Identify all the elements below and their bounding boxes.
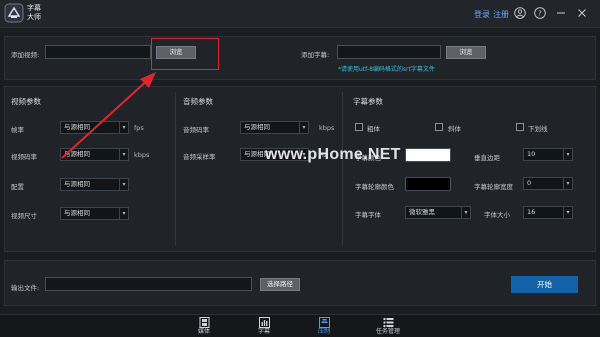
chevron-down-icon: ▾ [119, 179, 128, 190]
sample-rate-label: 音频采样率 [183, 153, 216, 161]
chevron-down-icon: ▾ [461, 207, 470, 218]
tab-subtitles-label: 字幕 [257, 328, 270, 335]
outline-width-value: 0 [527, 179, 532, 187]
bold-checkbox[interactable] [355, 123, 363, 131]
tab-compress[interactable]: 压制 [312, 315, 336, 337]
tab-media-label: 媒体 [197, 328, 210, 335]
app-title: 字幕大师 [27, 4, 41, 21]
italic-label: 斜体 [448, 125, 461, 133]
video-params-title: 视频参数 [11, 97, 41, 106]
output-path-input[interactable] [45, 277, 252, 291]
watermark: www.pHome.NET [265, 146, 401, 163]
user-icon[interactable] [514, 7, 526, 19]
close-icon[interactable] [576, 7, 588, 19]
choose-path-button[interactable]: 选择路径 [260, 278, 300, 291]
app-logo-icon [4, 3, 24, 23]
outline-color-swatch[interactable] [405, 177, 451, 191]
title-bar: 字幕大师 登录 注册 ? [0, 0, 600, 28]
chevron-down-icon: ▾ [299, 122, 308, 133]
divider [342, 92, 343, 246]
profile-label: 配置 [11, 183, 24, 191]
frame-rate-label: 帧率 [11, 126, 24, 134]
font-color-swatch[interactable] [405, 148, 451, 162]
tab-task-manager[interactable]: 任务管理 [368, 315, 408, 337]
profile-value: 与源相同 [64, 180, 90, 188]
audio-bitrate-value: 与源相同 [244, 123, 270, 131]
video-bitrate-label: 视频码率 [11, 153, 37, 161]
audio-bitrate-unit: kbps [319, 124, 335, 132]
font-size-value: 16 [527, 208, 536, 216]
video-size-value: 与源相同 [64, 209, 90, 217]
font-select[interactable]: 微软雅黑 ▾ [405, 206, 471, 219]
list-icon [383, 318, 393, 327]
chevron-down-icon: ▾ [563, 149, 572, 160]
svg-text:?: ? [538, 10, 542, 18]
audio-params-title: 音频参数 [183, 97, 213, 106]
italic-checkbox[interactable] [435, 123, 443, 131]
video-size-label: 视频尺寸 [11, 212, 37, 220]
add-subtitle-label: 添加字幕: [301, 51, 330, 59]
vertical-margin-value: 10 [527, 150, 536, 158]
divider [175, 92, 176, 246]
bottom-tab-bar: 媒体 字幕 压制 任务管理 [0, 314, 600, 337]
annotation-arrow [61, 72, 156, 159]
start-button[interactable]: 开始 [511, 276, 578, 293]
subtitle-params-title: 字幕参数 [353, 97, 383, 106]
profile-select[interactable]: 与源相同 ▾ [60, 178, 129, 191]
font-size-label: 字体大小 [484, 211, 510, 219]
video-path-input[interactable] [45, 45, 151, 59]
outline-width-select[interactable]: 0 ▾ [523, 177, 573, 190]
annotation-highlight-box [151, 38, 219, 70]
subtitle-path-input[interactable] [337, 45, 441, 59]
film-icon [199, 317, 209, 328]
chevron-down-icon: ▾ [563, 178, 572, 189]
underline-checkbox[interactable] [516, 123, 524, 131]
tab-compress-label: 压制 [317, 328, 330, 335]
subtitle-encoding-hint: *请使用utf-8编码格式的srt字幕文件 [338, 66, 435, 73]
font-value: 微软雅黑 [409, 208, 435, 216]
font-size-select[interactable]: 16 ▾ [523, 206, 573, 219]
underline-label: 下划线 [528, 125, 548, 133]
register-link[interactable]: 注册 [493, 9, 509, 20]
tab-media[interactable]: 媒体 [192, 315, 216, 337]
audio-bitrate-select[interactable]: 与源相同 ▾ [240, 121, 309, 134]
outline-width-label: 字幕轮廓宽度 [474, 183, 513, 191]
help-icon[interactable]: ? [534, 7, 546, 19]
chevron-down-icon: ▾ [119, 208, 128, 219]
outline-color-label: 字幕轮廓颜色 [355, 183, 394, 191]
video-size-select[interactable]: 与源相同 ▾ [60, 207, 129, 220]
tab-subtitles[interactable]: 字幕 [252, 315, 276, 337]
vertical-margin-label: 垂直边距 [474, 154, 500, 162]
tab-task-manager-label: 任务管理 [375, 328, 400, 335]
subtitle-browse-button[interactable]: 浏览 [446, 46, 486, 59]
output-file-label: 输出文件: [11, 284, 40, 292]
bold-label: 粗体 [367, 125, 380, 133]
chevron-down-icon: ▾ [563, 207, 572, 218]
add-video-label: 添加视频: [11, 51, 40, 59]
chart-icon [258, 317, 270, 328]
audio-bitrate-label: 音频码率 [183, 126, 209, 134]
font-label: 字幕字体 [355, 211, 381, 219]
vertical-margin-select[interactable]: 10 ▾ [523, 148, 573, 161]
login-link[interactable]: 登录 [474, 9, 490, 20]
compress-icon [318, 317, 330, 328]
minimize-icon[interactable] [555, 7, 567, 19]
